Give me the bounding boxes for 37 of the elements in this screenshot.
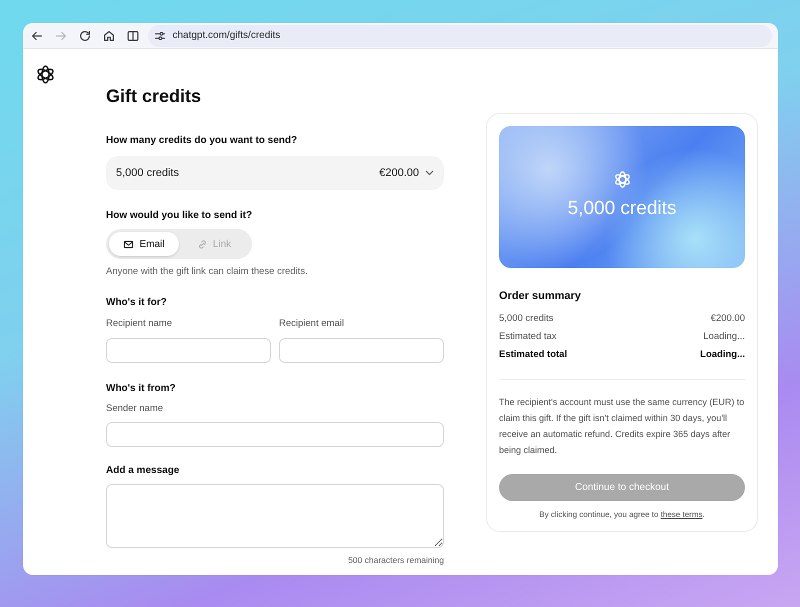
section-label: Who's it for?: [106, 296, 168, 310]
input-field[interactable]: [279, 338, 444, 362]
envelope-icon: [123, 238, 134, 250]
reload-icon[interactable]: [78, 28, 92, 42]
summary-value: Loading...: [700, 348, 745, 362]
input-field[interactable]: [106, 422, 444, 447]
logo-icon: [35, 64, 56, 85]
site-settings-icon[interactable]: [154, 30, 166, 42]
section-label: How would you like to send it?: [106, 209, 254, 223]
summary-label: 5,000 credits: [499, 312, 554, 326]
link-icon: [196, 238, 208, 250]
summary-label: Estimated total: [499, 348, 568, 362]
send-method-tab[interactable]: Email: [109, 232, 179, 256]
input-field[interactable]: [106, 338, 271, 362]
helper-text: Anyone with the gift link can claim these credits.: [106, 265, 309, 279]
terms-text: By clicking continue, you agree to these terms.: [538, 508, 706, 520]
disclaimer-text: The recipient's account must use the same currency (EUR) to claim this gift. If the gift isn't claimed within 30 days, you'll receive an automatic refund. Credits expire 365 days after being claimed.: [499, 396, 745, 457]
logo-icon: [612, 170, 632, 190]
split-view-icon[interactable]: [126, 28, 140, 42]
summary-heading: Order summary: [499, 289, 582, 304]
field-label: Recipient email: [279, 317, 345, 332]
summary-value: €200.00: [710, 312, 745, 326]
credits-dropdown[interactable]: 5,000 credits €200.00: [106, 156, 444, 190]
page-title: Gift credits: [106, 85, 202, 108]
summary-value: Loading...: [703, 330, 745, 344]
address-bar[interactable]: chatgpt.com/gifts/credits: [148, 24, 772, 46]
section-label: Who's it from?: [106, 382, 177, 396]
terms-link[interactable]: these terms: [660, 510, 702, 518]
summary-label: Estimated tax: [499, 330, 557, 344]
caret-icon: [425, 170, 434, 176]
section-label: How many credits do you want to send?: [106, 134, 298, 148]
character-counter: 500 characters remaining: [348, 554, 444, 566]
field-label: Sender name: [106, 402, 164, 416]
home-icon[interactable]: [102, 28, 116, 42]
section-label: Add a message: [106, 464, 180, 478]
gift-card-amount: 5,000 credits: [568, 197, 676, 222]
field-label: Recipient name: [106, 317, 174, 332]
